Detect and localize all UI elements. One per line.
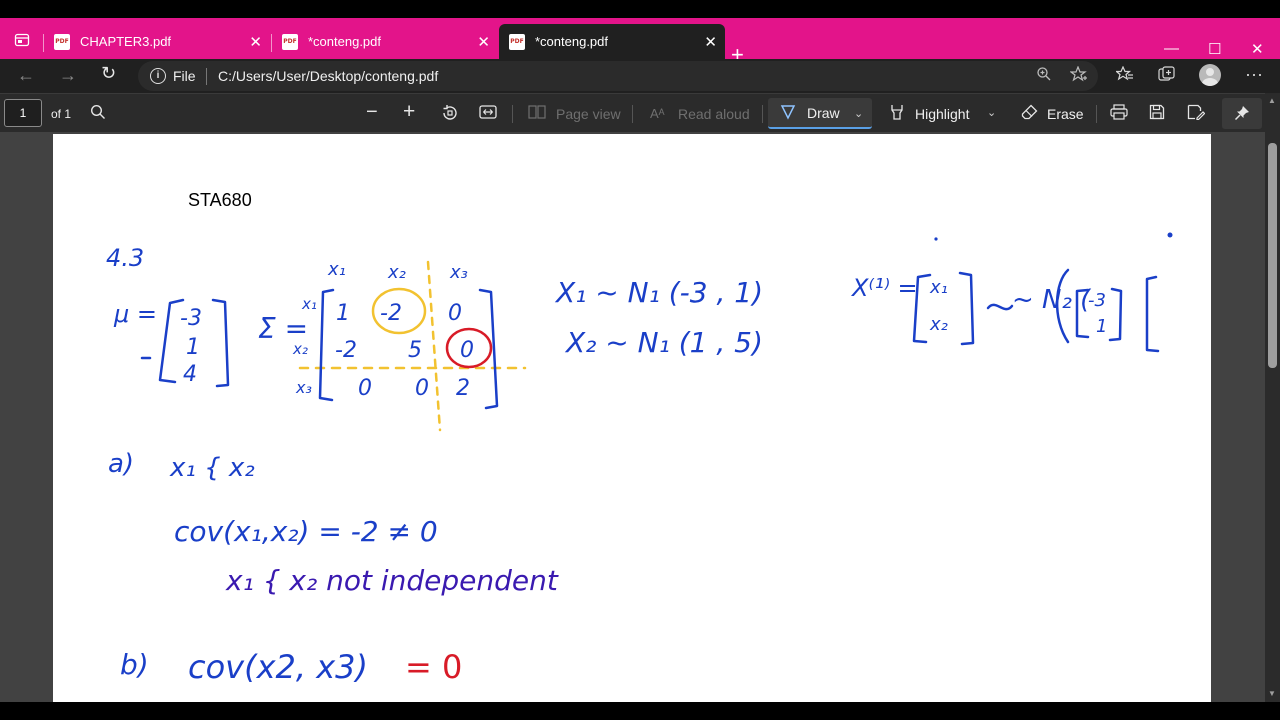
sigma-cell: 0 (415, 376, 429, 401)
problem-number: 4.3 (106, 244, 144, 272)
sigma-row-header: x₃ (295, 378, 312, 397)
mu-value: 1 (186, 335, 200, 360)
part-b-result: = 0 (405, 648, 462, 686)
sigma-col-header: x₃ (449, 262, 468, 283)
part-a-conclusion: x₁ { x₂ not independent (225, 564, 559, 597)
sigma-row-header: x₁ (301, 295, 317, 313)
ink-annotations: 4.3 μ = -3 1 4 Σ = x₁ x₂ x₃ x₁ x₂ x₃ 1 -… (106, 232, 1173, 686)
sigma-cell: 2 (456, 376, 470, 401)
vector-entry: x₁ (929, 277, 948, 298)
letterbox-bottom (0, 702, 1280, 720)
part-a-text: x₁ { x₂ (169, 453, 255, 483)
sigma-cell: 0 (460, 338, 474, 363)
sigma-cell: 0 (358, 376, 372, 401)
mu-label: μ = (113, 300, 157, 328)
part-a-label: a) (108, 449, 134, 479)
sigma-row-header: x₂ (292, 340, 308, 358)
sigma-cell: 0 (448, 301, 462, 326)
sigma-col-header: x₂ (387, 262, 406, 283)
sigma-cell: 5 (408, 338, 422, 363)
sigma-col-header: x₁ (327, 259, 346, 280)
mu-value: 4 (183, 362, 197, 387)
ink-cursor-dot (1167, 232, 1173, 238)
vector-distribution: ~ N₂ ( (1012, 285, 1092, 315)
mu-value: -3 (180, 306, 202, 331)
sigma-cell: 1 (336, 301, 350, 326)
sigma-cell: -2 (380, 301, 402, 326)
sigma-cell: -2 (335, 338, 357, 363)
browser-window: PDF CHAPTER3.pdf ✕ PDF *conteng.pdf ✕ PD… (0, 0, 1280, 720)
distribution-x2: X₂ ~ N₁ (1 , 5) (564, 326, 763, 359)
vector-entry: x₂ (929, 314, 948, 335)
vector-lhs: X⁽¹⁾ = (850, 274, 918, 302)
vector-mean: -3 (1088, 290, 1106, 311)
part-a-covariance: cov(x₁,x₂) = -2 ≠ 0 (174, 515, 438, 548)
ink-dot (934, 237, 938, 241)
part-b-label: b) (120, 648, 149, 681)
part-b-covariance: cov(x2, x3) (188, 648, 368, 686)
distribution-x1: X₁ ~ N₁ (-3 , 1) (554, 276, 763, 309)
vector-mean: 1 (1096, 316, 1107, 337)
